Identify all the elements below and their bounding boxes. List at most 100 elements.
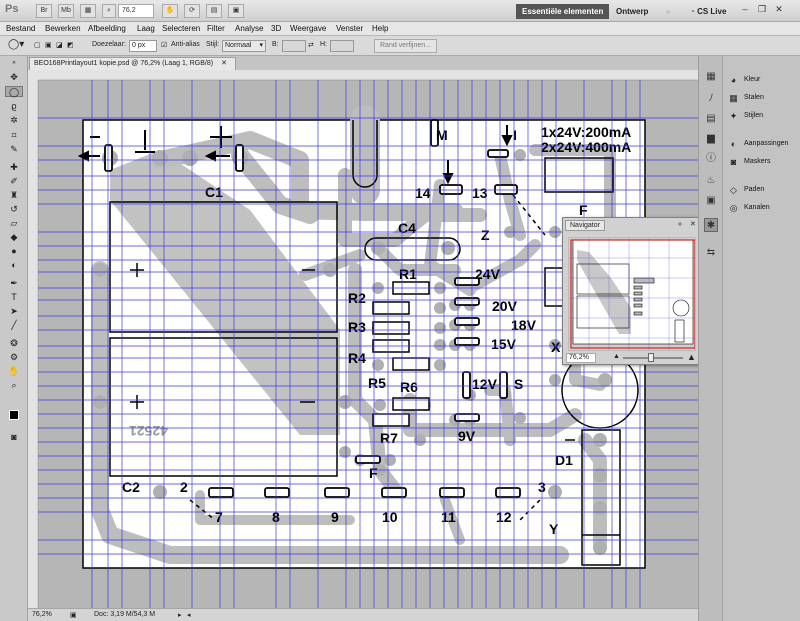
eraser-tool-icon[interactable]: ▱ xyxy=(5,218,23,229)
navigator-tab[interactable]: Navigator xyxy=(565,220,605,231)
close-tab-icon[interactable]: ✕ xyxy=(221,60,227,67)
workspace-design-button[interactable]: Ontwerp xyxy=(610,4,654,19)
3d-orbit-tool-icon[interactable]: ⚙ xyxy=(5,352,23,363)
workspace-menu-icon[interactable]: » xyxy=(660,4,676,19)
notes-icon[interactable]: ▣ xyxy=(704,194,718,208)
status-icon[interactable]: ▣ xyxy=(70,611,77,619)
refine-edge-button[interactable]: Rand verfijnen... xyxy=(374,39,437,53)
elliptical-marquee-tool-icon[interactable]: ◯ xyxy=(5,86,23,97)
close-icon[interactable]: ✕ xyxy=(772,4,786,16)
menu-selecteren[interactable]: Selecteren xyxy=(162,24,200,33)
zoom-tool-icon[interactable]: ⌕ xyxy=(102,4,116,18)
zoom-level-field[interactable]: 76,2 xyxy=(118,4,154,18)
history-icon[interactable]: ▦ xyxy=(704,70,718,84)
elliptical-marquee-preset-icon[interactable]: ◯▾ xyxy=(8,39,24,50)
brush-tool-icon[interactable]: ✐ xyxy=(5,176,23,187)
menu-3d[interactable]: 3D xyxy=(271,24,281,33)
eyedropper-tool-icon[interactable]: ✎ xyxy=(5,144,23,155)
menu-bestand[interactable]: Bestand xyxy=(6,24,35,33)
navigator-preview[interactable] xyxy=(568,237,696,351)
navigator-zoom-field[interactable]: 76,2% xyxy=(566,353,596,363)
quick-mask-icon[interactable]: ◙ xyxy=(5,432,23,443)
width-input[interactable] xyxy=(282,40,306,52)
navigator-zoom-knob[interactable] xyxy=(648,353,654,362)
zoom-out-icon[interactable]: ▲ xyxy=(613,353,620,360)
panel-kleur[interactable]: ◕ Kleur xyxy=(723,72,800,89)
style-select[interactable]: Normaal ▾ xyxy=(222,40,266,52)
histogram-icon[interactable]: ▆ xyxy=(704,132,718,146)
panel-maskers[interactable]: ◙ Maskers xyxy=(723,154,800,171)
panel-paden[interactable]: ◇ Paden xyxy=(723,182,800,199)
subtract-selection-icon[interactable]: ◪ xyxy=(56,41,63,49)
menu-analyse[interactable]: Analyse xyxy=(235,24,263,33)
status-scroll-left-icon[interactable]: ◂ xyxy=(187,611,191,619)
crop-tool-icon[interactable]: ⌗ xyxy=(5,130,23,141)
foreground-color-swatch[interactable] xyxy=(9,410,19,420)
status-zoom[interactable]: 76,2% xyxy=(32,611,52,618)
collapse-icon[interactable]: » xyxy=(678,221,685,228)
hand-tool-icon[interactable]: ✋ xyxy=(5,366,23,377)
add-selection-icon[interactable]: ▣ xyxy=(45,41,52,49)
rotate-view-icon[interactable]: ⟳ xyxy=(184,4,200,18)
paint-bucket-tool-icon[interactable]: ◆ xyxy=(5,232,23,243)
dodge-tool-icon[interactable]: ◐ xyxy=(5,260,23,271)
width-label: B: xyxy=(272,41,279,48)
clone-stamp-tool-icon[interactable]: ♜ xyxy=(5,190,23,201)
brushes-icon[interactable]: ﾉ xyxy=(704,92,718,106)
new-selection-icon[interactable]: ▢ xyxy=(34,41,41,49)
cs-live-button[interactable]: ◔ CS Live xyxy=(684,4,732,19)
menu-afbeelding[interactable]: Afbeelding xyxy=(88,24,126,33)
menu-bewerken[interactable]: Bewerken xyxy=(45,24,81,33)
menu-filter[interactable]: Filter xyxy=(207,24,225,33)
minimize-icon[interactable]: – xyxy=(738,4,752,16)
label-board-code: 42521 xyxy=(129,423,168,439)
layers-comp-icon[interactable]: ▤ xyxy=(704,112,718,126)
blur-tool-icon[interactable]: ● xyxy=(5,246,23,257)
menu-weergave[interactable]: Weergave xyxy=(290,24,326,33)
panel-icon-column: ▦ ﾉ ▤ ▆ ⓘ ♨ ▣ ✱ ⇆ xyxy=(699,56,723,621)
path-selection-tool-icon[interactable]: ➤ xyxy=(5,306,23,317)
guides-view-icon[interactable]: ▦ xyxy=(80,4,96,18)
clone-source-icon[interactable]: ♨ xyxy=(704,174,718,188)
intersect-selection-icon[interactable]: ◩ xyxy=(67,41,74,49)
toolbar-collapse-icon[interactable]: » xyxy=(5,58,23,69)
3d-rotate-tool-icon[interactable]: ❂ xyxy=(5,338,23,349)
zoom-tool-icon[interactable]: ⌕ xyxy=(5,380,23,391)
panel-aanpassingen[interactable]: ◐ Aanpassingen xyxy=(723,136,800,153)
spot-healing-tool-icon[interactable]: ✚ xyxy=(5,162,23,173)
pen-tool-icon[interactable]: ✒ xyxy=(5,278,23,289)
arrange-documents-icon[interactable]: ▤ xyxy=(206,4,222,18)
type-tool-icon[interactable]: T xyxy=(5,292,23,303)
lasso-tool-icon[interactable]: ϱ xyxy=(5,101,23,112)
screen-mode-icon[interactable]: ▣ xyxy=(228,4,244,18)
panel-stijlen-label: Stijlen xyxy=(744,112,764,119)
restore-icon[interactable]: ❐ xyxy=(755,4,769,16)
move-tool-icon[interactable]: ✥ xyxy=(5,72,23,83)
info-icon[interactable]: ⓘ xyxy=(704,152,718,166)
document-tab[interactable]: BEO168Printlayout1 kopie.psd @ 76,2% (La… xyxy=(29,57,236,70)
history-brush-tool-icon[interactable]: ↺ xyxy=(5,204,23,215)
swap-icon[interactable]: ⇄ xyxy=(308,41,314,49)
height-input[interactable] xyxy=(330,40,354,52)
hand-tool-icon[interactable]: ✋ xyxy=(162,4,178,18)
magic-wand-tool-icon[interactable]: ✲ xyxy=(5,115,23,126)
label-r2: R2 xyxy=(348,290,366,306)
menu-laag[interactable]: Laag xyxy=(137,24,155,33)
panel-stalen[interactable]: ▦ Stalen xyxy=(723,90,800,107)
shape-tool-icon[interactable]: ╱ xyxy=(5,320,23,331)
panel-close-icon[interactable]: ✕ xyxy=(690,221,697,228)
zoom-in-icon[interactable]: ▲ xyxy=(687,352,696,362)
navigator-toggle-icon[interactable]: ✱ xyxy=(704,218,718,232)
panel-kanalen[interactable]: ◎ Kanalen xyxy=(723,200,800,217)
panel-stijlen[interactable]: ✦ Stijlen xyxy=(723,108,800,125)
actions-icon[interactable]: ⇆ xyxy=(704,246,718,260)
menu-venster[interactable]: Venster xyxy=(336,24,363,33)
label-m: M xyxy=(436,127,448,143)
status-menu-icon[interactable]: ▸ xyxy=(178,611,182,619)
minibridge-button[interactable]: Mb xyxy=(58,4,74,18)
menu-help[interactable]: Help xyxy=(372,24,388,33)
antialias-checkbox[interactable]: ☑ xyxy=(161,41,167,49)
bridge-button[interactable]: Br xyxy=(36,4,52,18)
workspace-essentials-button[interactable]: Essentiële elementen xyxy=(516,4,610,19)
feather-input[interactable]: 0 px xyxy=(129,40,157,52)
